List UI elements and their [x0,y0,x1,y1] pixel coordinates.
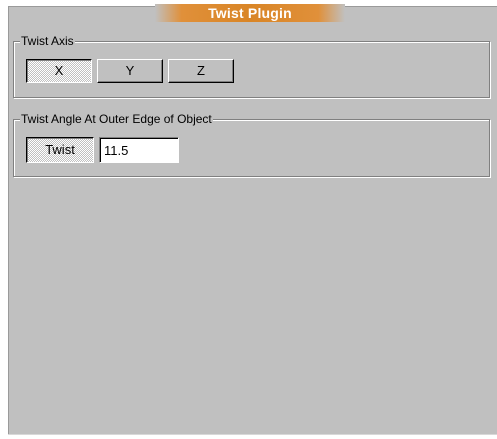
twist-button[interactable]: Twist [26,137,94,163]
twist-angle-group: Twist Angle At Outer Edge of Object Twis… [13,112,490,177]
axis-z-button[interactable]: Z [168,59,234,83]
twist-angle-input[interactable] [99,137,179,163]
plugin-title: Twist Plugin [155,4,345,22]
twist-axis-group: Twist Axis X Y Z [13,34,490,98]
twist-angle-legend: Twist Angle At Outer Edge of Object [20,112,213,126]
panel-bottom-edge [8,434,497,435]
twist-axis-legend: Twist Axis [20,34,75,48]
axis-x-button[interactable]: X [26,59,92,83]
axis-y-button[interactable]: Y [97,59,163,83]
